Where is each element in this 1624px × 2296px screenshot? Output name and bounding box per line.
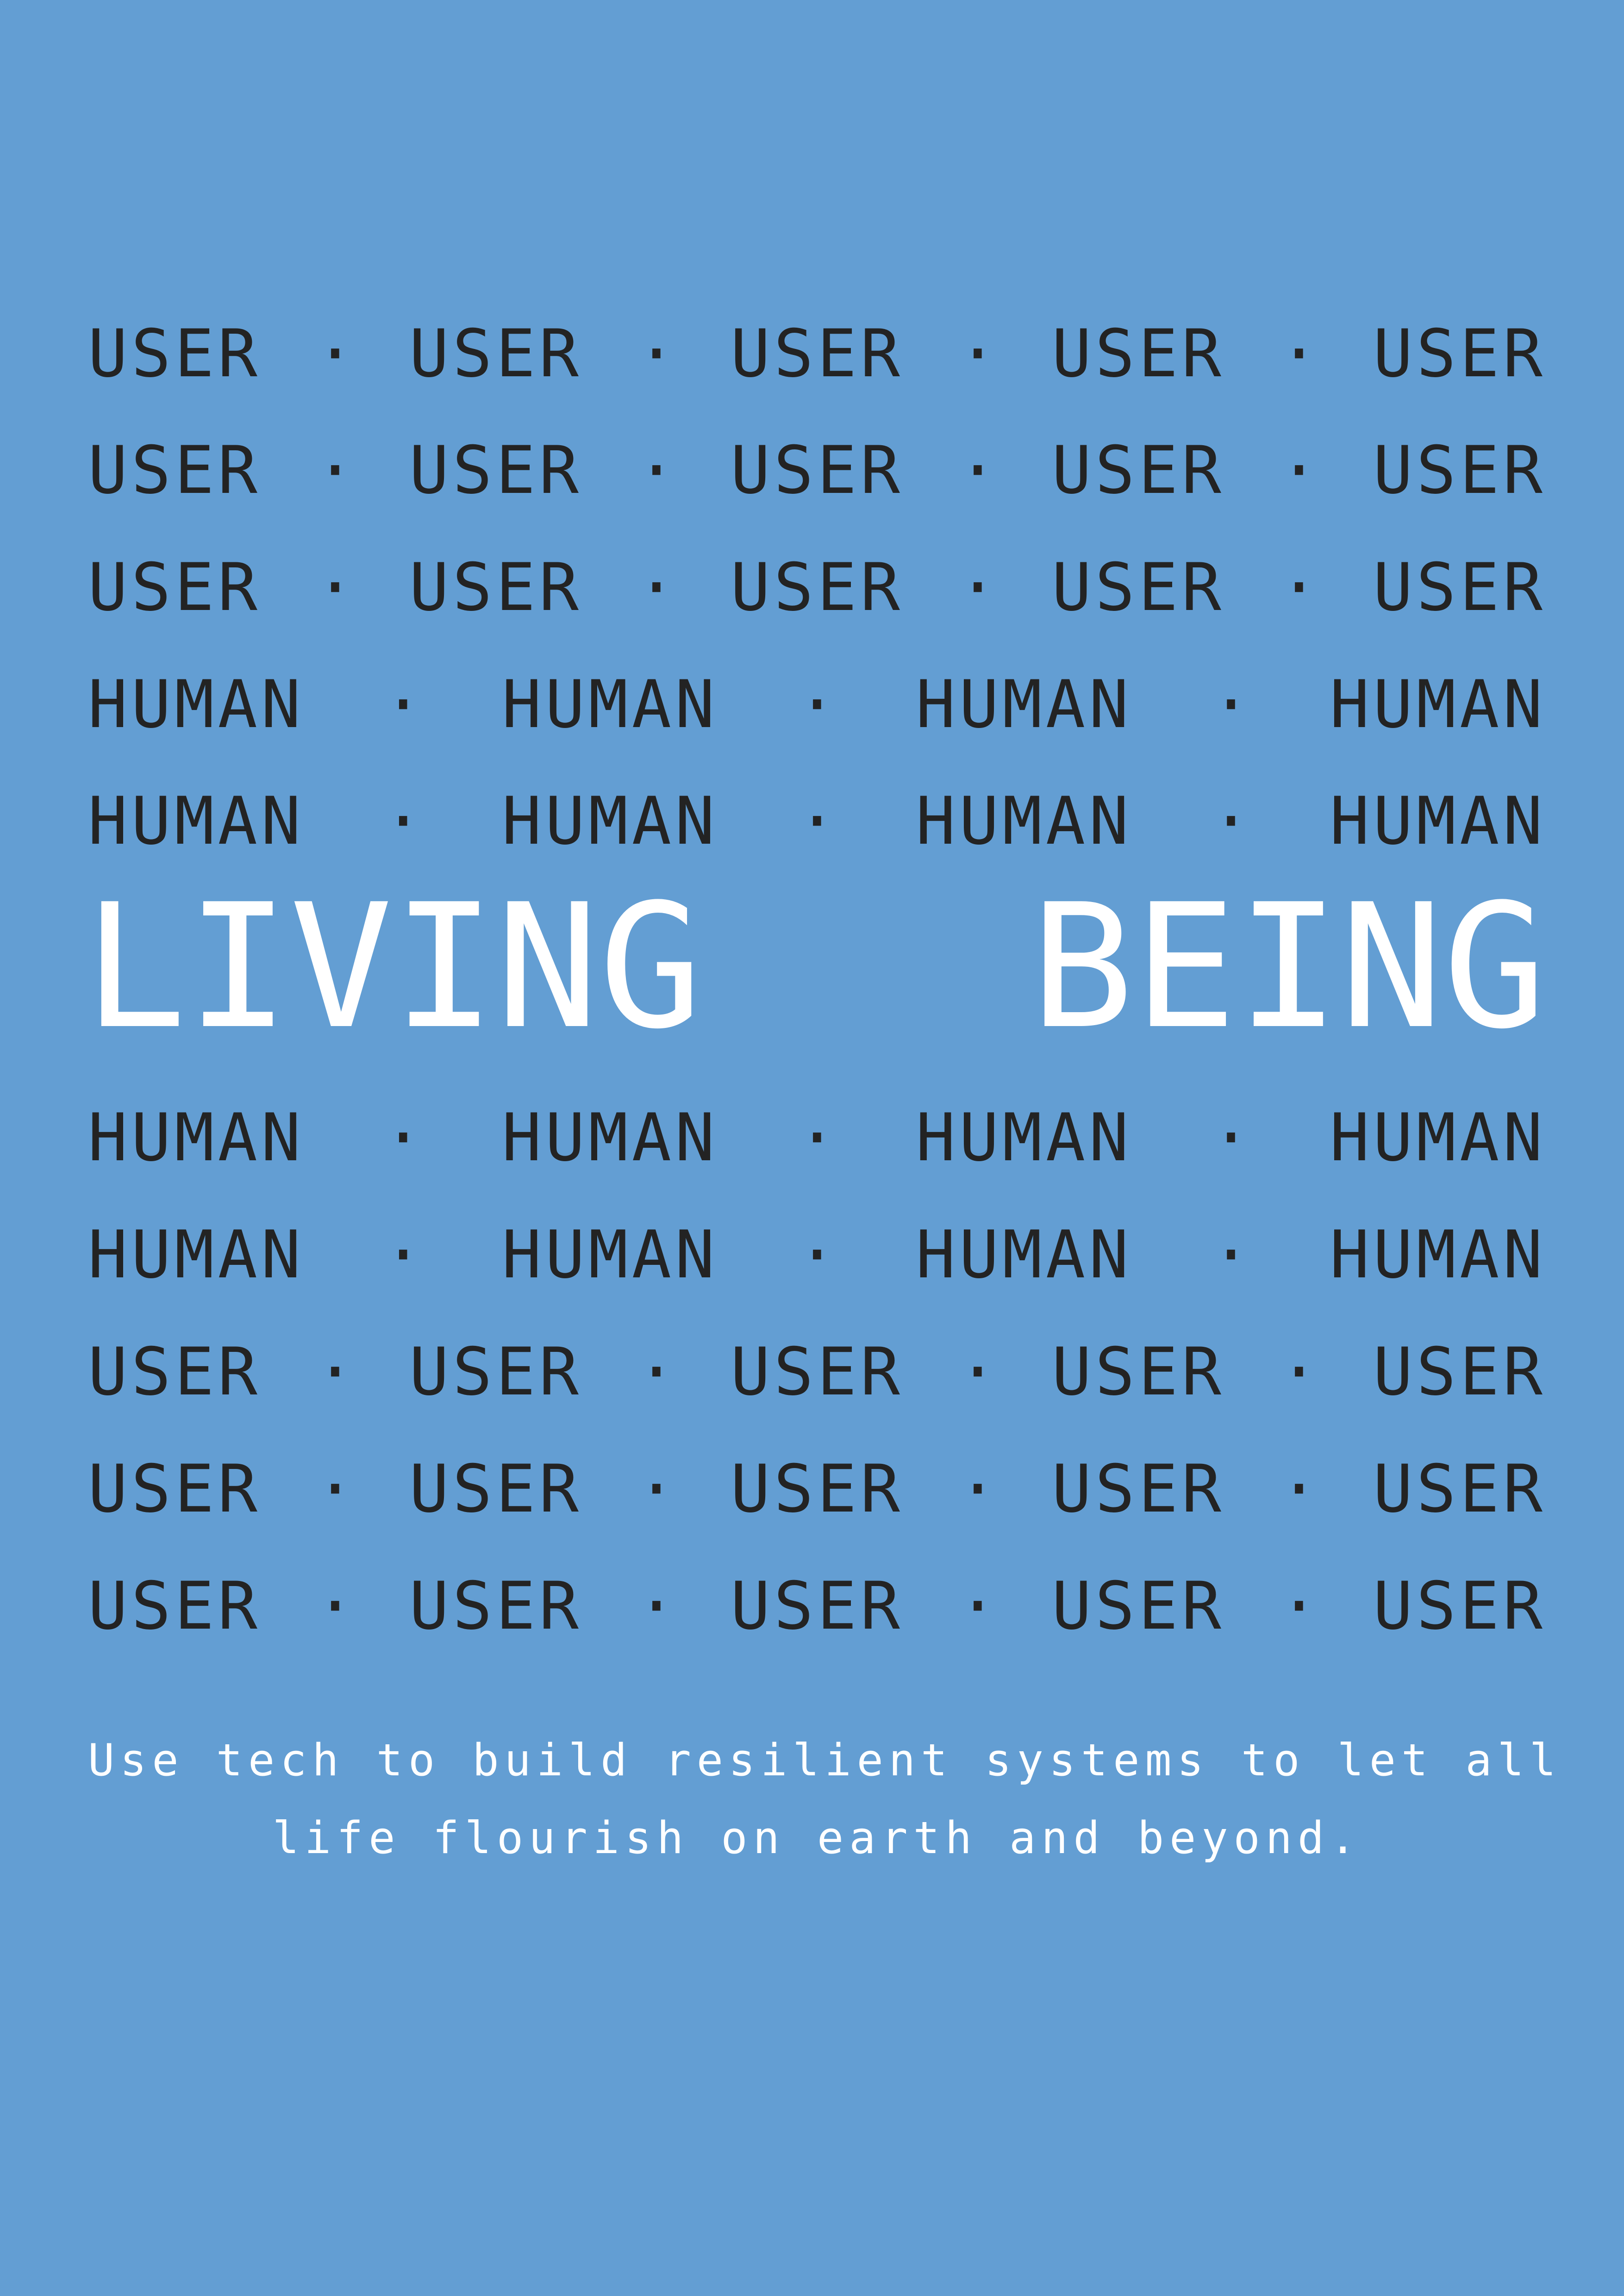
separator-dot: · <box>315 432 355 509</box>
row-word: HUMAN <box>88 783 305 859</box>
separator-dot: · <box>383 783 423 859</box>
row-word: USER <box>88 1451 261 1527</box>
row-word: USER <box>88 316 261 392</box>
row-word: USER <box>1052 1334 1225 1410</box>
row-word: USER <box>1373 1568 1546 1644</box>
row-word: HUMAN <box>88 1100 305 1176</box>
row-word: USER <box>88 1568 261 1644</box>
separator-dot: · <box>637 432 676 509</box>
row-word: USER <box>409 316 582 392</box>
separator-dot: · <box>383 666 423 743</box>
separator-dot: · <box>1211 783 1251 859</box>
word-row-top-4: HUMAN · HUMAN · HUMAN · HUMAN <box>88 661 1546 749</box>
separator-dot: · <box>1279 1451 1319 1527</box>
tagline-line-2: life flourish on earth and beyond. <box>272 1813 1362 1864</box>
row-word: USER <box>1052 549 1225 626</box>
row-word: USER <box>409 432 582 509</box>
row-word: HUMAN <box>502 1217 718 1293</box>
row-word: HUMAN <box>1330 783 1546 859</box>
poster: USER · USER · USER · USER · USER USER · … <box>0 0 1624 2296</box>
row-word: HUMAN <box>88 666 305 743</box>
row-word: USER <box>1052 316 1225 392</box>
separator-dot: · <box>315 1568 355 1644</box>
row-word: USER <box>409 1334 582 1410</box>
row-word: HUMAN <box>88 1217 305 1293</box>
tagline-line-1: Use tech to build resilient systems to l… <box>88 1735 1562 1786</box>
separator-dot: · <box>797 1100 837 1176</box>
separator-dot: · <box>1211 1100 1251 1176</box>
tagline: Use tech to build resilient systems to l… <box>88 1722 1562 1877</box>
row-word: USER <box>731 432 904 509</box>
separator-dot: · <box>1279 549 1319 626</box>
row-word: USER <box>731 1568 904 1644</box>
separator-dot: · <box>1211 666 1251 743</box>
separator-dot: · <box>315 1334 355 1410</box>
row-word: USER <box>1373 432 1546 509</box>
word-row-top-2: USER · USER · USER · USER · USER <box>88 427 1546 515</box>
word-row-top-1: USER · USER · USER · USER · USER <box>88 310 1546 398</box>
row-word: HUMAN <box>1330 1217 1546 1293</box>
row-word: HUMAN <box>502 666 718 743</box>
row-word: USER <box>1373 549 1546 626</box>
row-word: USER <box>731 549 904 626</box>
row-word: HUMAN <box>1330 1100 1546 1176</box>
row-word: USER <box>731 316 904 392</box>
row-word: HUMAN <box>502 783 718 859</box>
word-row-bottom-2: HUMAN · HUMAN · HUMAN · HUMAN <box>88 1211 1546 1299</box>
headline-word-living: LIVING <box>83 868 702 1067</box>
separator-dot: · <box>383 1100 423 1176</box>
row-word: USER <box>88 1334 261 1410</box>
row-word: USER <box>409 1451 582 1527</box>
separator-dot: · <box>637 1568 676 1644</box>
word-row-top-3: USER · USER · USER · USER · USER <box>88 544 1546 632</box>
separator-dot: · <box>797 783 837 859</box>
separator-dot: · <box>958 1451 998 1527</box>
row-word: USER <box>1373 1451 1546 1527</box>
word-row-bottom-3: USER · USER · USER · USER · USER <box>88 1328 1546 1416</box>
row-word: HUMAN <box>502 1100 718 1176</box>
row-word: HUMAN <box>916 1217 1132 1293</box>
row-word: USER <box>1052 432 1225 509</box>
separator-dot: · <box>637 1451 676 1527</box>
separator-dot: · <box>315 316 355 392</box>
headline-word-being: BEING <box>1031 868 1546 1067</box>
separator-dot: · <box>1279 1334 1319 1410</box>
row-word: USER <box>1052 1451 1225 1527</box>
separator-dot: · <box>1279 432 1319 509</box>
row-word: HUMAN <box>916 783 1132 859</box>
row-word: HUMAN <box>916 1100 1132 1176</box>
separator-dot: · <box>958 1568 998 1644</box>
separator-dot: · <box>315 1451 355 1527</box>
row-word: USER <box>1373 1334 1546 1410</box>
separator-dot: · <box>637 316 676 392</box>
row-word: USER <box>1052 1568 1225 1644</box>
row-word: USER <box>88 432 261 509</box>
separator-dot: · <box>1211 1217 1251 1293</box>
row-word: USER <box>731 1451 904 1527</box>
separator-dot: · <box>637 549 676 626</box>
separator-dot: · <box>315 549 355 626</box>
row-word: USER <box>409 1568 582 1644</box>
separator-dot: · <box>958 432 998 509</box>
separator-dot: · <box>797 666 837 743</box>
separator-dot: · <box>1279 1568 1319 1644</box>
separator-dot: · <box>958 549 998 626</box>
row-word: HUMAN <box>916 666 1132 743</box>
word-row-bottom-4: USER · USER · USER · USER · USER <box>88 1445 1546 1533</box>
headline: LIVING BEING <box>83 879 1546 1055</box>
row-word: USER <box>409 549 582 626</box>
separator-dot: · <box>797 1217 837 1293</box>
separator-dot: · <box>383 1217 423 1293</box>
separator-dot: · <box>637 1334 676 1410</box>
row-word: USER <box>88 549 261 626</box>
separator-dot: · <box>958 1334 998 1410</box>
word-row-bottom-5: USER · USER · USER · USER · USER <box>88 1562 1546 1650</box>
word-row-top-5: HUMAN · HUMAN · HUMAN · HUMAN <box>88 778 1546 865</box>
separator-dot: · <box>958 316 998 392</box>
separator-dot: · <box>1279 316 1319 392</box>
row-word: HUMAN <box>1330 666 1546 743</box>
row-word: USER <box>1373 316 1546 392</box>
word-row-bottom-1: HUMAN · HUMAN · HUMAN · HUMAN <box>88 1094 1546 1182</box>
row-word: USER <box>731 1334 904 1410</box>
